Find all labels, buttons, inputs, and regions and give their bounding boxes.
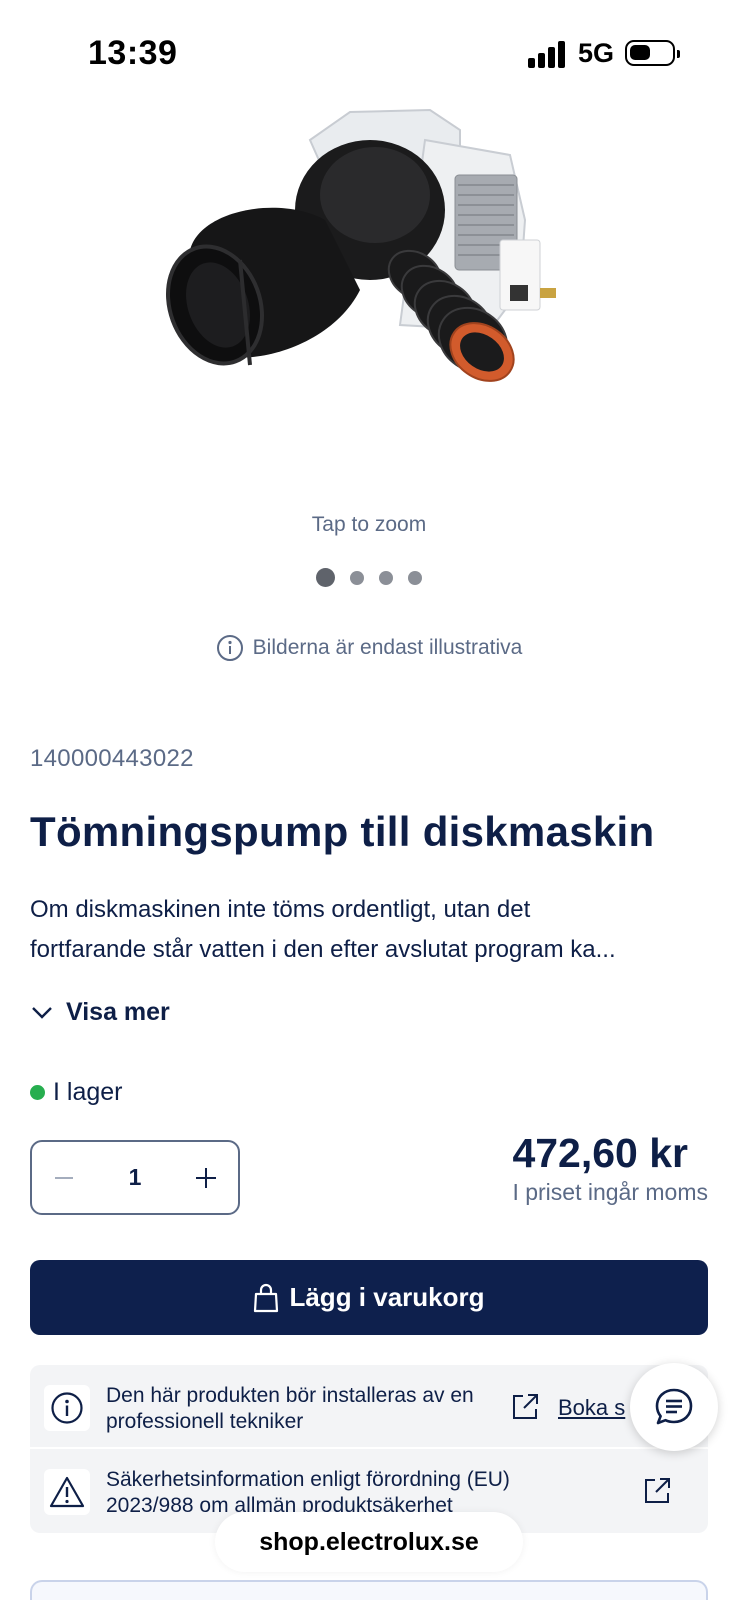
in-stock-indicator [30, 1085, 45, 1100]
chat-button[interactable] [630, 1363, 718, 1451]
product-description: Om diskmaskinen inte töms ordentligt, ut… [30, 890, 710, 970]
battery-icon [625, 40, 680, 66]
quantity-value[interactable]: 1 [129, 1164, 142, 1191]
add-to-cart-label: Lägg i varukorg [289, 1282, 485, 1312]
gallery-dot-3[interactable] [379, 570, 393, 585]
product-sku: 140000443022 [30, 745, 194, 772]
description-line: Om diskmaskinen inte töms ordentligt, ut… [30, 896, 531, 923]
plus-icon [195, 1167, 216, 1188]
info-icon-box [44, 1385, 90, 1431]
gallery-dot-4[interactable] [408, 570, 422, 585]
vat-note: I priset ingår moms [512, 1179, 708, 1205]
browser-url-bar[interactable]: shop.electrolux.se [215, 1512, 523, 1572]
description-line: fortfarande står vatten i den efter avsl… [30, 936, 616, 963]
info-icon [51, 1392, 83, 1424]
chat-icon [655, 1388, 693, 1425]
product-image[interactable] [160, 100, 580, 400]
tap-to-zoom-hint: Tap to zoom [311, 513, 427, 536]
gallery-pagination [0, 568, 738, 587]
status-time: 13:39 [88, 34, 178, 72]
warning-icon [49, 1476, 85, 1508]
add-to-cart-button[interactable]: Lägg i varukorg [30, 1260, 708, 1335]
product-title: Tömningspump till diskmaskin [30, 808, 655, 855]
external-link-icon [513, 1394, 538, 1419]
gallery-dot-1[interactable] [316, 568, 335, 587]
product-price: 472,60 kr [512, 1130, 688, 1176]
book-technician-link[interactable]: Boka s [558, 1395, 625, 1421]
quantity-stepper: 1 [30, 1140, 240, 1215]
installation-text: Den här produkten bör installeras av en … [106, 1384, 474, 1433]
illustrative-notice: Bilderna är endast illustrativa [0, 634, 738, 662]
installation-notice: Den här produkten bör installeras av en … [30, 1365, 708, 1449]
external-link-icon[interactable] [642, 1476, 672, 1506]
info-icon [216, 635, 243, 661]
minus-icon [55, 1176, 73, 1179]
show-more-label: Visa mer [66, 998, 170, 1026]
illustrative-text: Bilderna är endast illustrativa [252, 636, 523, 659]
status-bar: 13:39 5G [0, 0, 738, 100]
warning-icon-box [44, 1469, 90, 1515]
increase-quantity-button[interactable] [194, 1166, 218, 1190]
info-panel: Den här produkten bör installeras av en … [30, 1365, 708, 1533]
signal-icon [528, 40, 568, 68]
price-block: 472,60 kr I priset ingår moms [512, 1130, 708, 1206]
drain-pump-image [165, 108, 556, 382]
chevron-down-icon [32, 1006, 52, 1019]
stock-status: I lager [30, 1078, 122, 1107]
next-section-card [30, 1580, 708, 1600]
decrease-quantity-button[interactable] [52, 1166, 76, 1190]
network-label: 5G [578, 38, 615, 68]
shopping-bag-icon [254, 1283, 279, 1312]
stock-label: I lager [53, 1078, 123, 1106]
show-more-button[interactable]: Visa mer [30, 998, 170, 1027]
gallery-dot-2[interactable] [350, 570, 364, 585]
